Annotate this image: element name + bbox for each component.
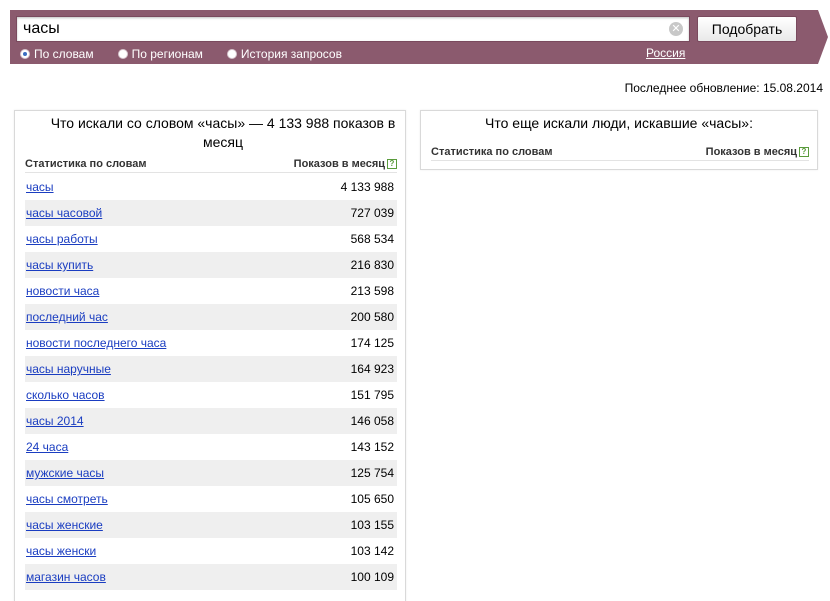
panel-title: Что еще искали люди, искавшие «часы»:: [485, 115, 753, 131]
col-count-label: Показов в месяц: [705, 145, 797, 158]
keyword-link[interactable]: новости последнего часа: [26, 336, 166, 350]
table-row: мужские часы 125 754: [25, 460, 397, 486]
table-row: часы купить 216 830: [25, 252, 397, 278]
keyword-link[interactable]: магазин часов: [26, 570, 106, 584]
help-icon[interactable]: ?: [387, 158, 397, 169]
keyword-link[interactable]: новости часа: [26, 284, 99, 298]
table-row: часы смотреть 105 650: [25, 486, 397, 512]
impressions-count: 125 754: [350, 466, 394, 480]
impressions-count: 105 650: [350, 492, 394, 506]
related-words-panel: Что искали со словом «часы» — 4 133 988 …: [14, 110, 406, 601]
impressions-count: 143 152: [350, 440, 394, 454]
col-words: Статистика по словам: [431, 145, 553, 158]
clear-icon[interactable]: ✕: [669, 22, 683, 36]
mode-label: История запросов: [240, 47, 342, 61]
keyword-link[interactable]: часы: [26, 180, 54, 194]
col-count-label: Показов в месяц: [293, 157, 385, 170]
keyword-link[interactable]: часы женски: [26, 544, 96, 558]
impressions-count: 213 598: [350, 284, 394, 298]
impressions-count: 151 795: [350, 388, 394, 402]
keyword-link[interactable]: часы наручные: [26, 362, 111, 376]
table-row: новости последнего часа 174 125: [25, 330, 397, 356]
search-input[interactable]: [17, 17, 667, 41]
keyword-link[interactable]: часы работы: [26, 232, 98, 246]
search-bar-arrow: [818, 10, 828, 64]
impressions-count: 100 109: [350, 570, 394, 584]
keyword-link[interactable]: 24 часа: [26, 440, 68, 454]
table-header: Статистика по словам Показов в месяц?: [431, 143, 809, 161]
impressions-count: 4 133 988: [340, 180, 394, 194]
keyword-link[interactable]: часы 2014: [26, 414, 84, 428]
keyword-link[interactable]: часы часовой: [26, 206, 102, 220]
impressions-count: 103 155: [350, 518, 394, 532]
keyword-link[interactable]: мужские часы: [26, 466, 104, 480]
submit-button[interactable]: Подобрать: [697, 16, 797, 42]
keyword-link[interactable]: часы женские: [26, 518, 103, 532]
mode-history[interactable]: История запросов: [226, 47, 342, 61]
help-icon[interactable]: ?: [799, 146, 809, 157]
table-row: 24 часа 143 152: [25, 434, 397, 460]
table-row: часы наручные 164 923: [25, 356, 397, 382]
panel-title: Что искали со словом «часы» — 4 133 988 …: [50, 115, 396, 150]
table-row: сколько часов 151 795: [25, 382, 397, 408]
mode-switch: По словам По регионам История запросов: [20, 46, 366, 62]
impressions-count: 200 580: [350, 310, 394, 324]
region-link[interactable]: Россия: [646, 46, 685, 60]
table-row: часы работы 568 534: [25, 226, 397, 252]
col-count: Показов в месяц?: [294, 158, 397, 170]
col-words: Статистика по словам: [25, 157, 147, 170]
word-list: часы 4 133 988 часы часовой 727 039 часы раб…: [25, 174, 397, 590]
impressions-count: 216 830: [350, 258, 394, 272]
keyword-link[interactable]: сколько часов: [26, 388, 105, 402]
radio-icon[interactable]: [117, 49, 128, 59]
impressions-count: 727 039: [350, 206, 394, 220]
table-row: часы женские 103 155: [25, 512, 397, 538]
mode-label: По регионам: [131, 47, 203, 61]
radio-icon[interactable]: [20, 49, 30, 59]
table-row: часы 4 133 988: [25, 174, 397, 200]
mode-by-regions[interactable]: По регионам: [117, 47, 203, 61]
impressions-count: 568 534: [350, 232, 394, 246]
mode-by-words[interactable]: По словам: [20, 47, 94, 61]
table-header: Статистика по словам Показов в месяц?: [25, 155, 397, 173]
table-row: часы женски 103 142: [25, 538, 397, 564]
keyword-link[interactable]: последний час: [26, 310, 108, 324]
table-row: часы часовой 727 039: [25, 200, 397, 226]
impressions-count: 174 125: [350, 336, 394, 350]
last-update: Последнее обновление: 15.08.2014: [624, 81, 823, 95]
keyword-link[interactable]: часы смотреть: [26, 492, 108, 506]
impressions-count: 103 142: [350, 544, 394, 558]
radio-icon[interactable]: [226, 49, 237, 59]
table-row: последний час 200 580: [25, 304, 397, 330]
impressions-count: 146 058: [350, 414, 394, 428]
also-searched-panel: Что еще искали люди, искавшие «часы»: Ст…: [420, 110, 818, 170]
keyword-link[interactable]: часы купить: [26, 258, 93, 272]
impressions-count: 164 923: [350, 362, 394, 376]
search-box: ✕: [16, 16, 690, 42]
table-row: часы 2014 146 058: [25, 408, 397, 434]
table-row: магазин часов 100 109: [25, 564, 397, 590]
mode-label: По словам: [34, 47, 94, 61]
col-count: Показов в месяц?: [706, 146, 809, 158]
table-row: новости часа 213 598: [25, 278, 397, 304]
